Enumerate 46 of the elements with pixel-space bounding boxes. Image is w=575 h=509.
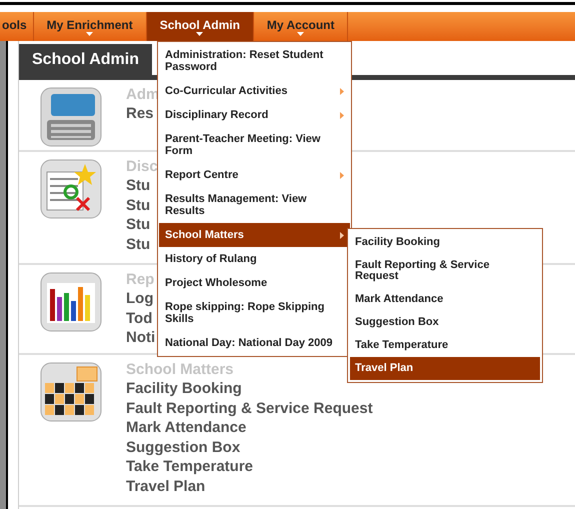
menu-item[interactable]: Co-Curricular Activities xyxy=(159,79,350,103)
section-link[interactable]: Stu xyxy=(126,234,150,254)
nav-label: My Account xyxy=(266,18,334,32)
caret-icon xyxy=(196,32,204,36)
section-link[interactable]: Facility Booking xyxy=(126,379,242,398)
submenu-item[interactable]: Suggestion Box xyxy=(350,311,540,334)
menu-item[interactable]: School Matters xyxy=(159,223,350,247)
menu-item[interactable]: Results Management: View Results xyxy=(159,187,350,223)
nav-label: School Admin xyxy=(160,18,240,32)
caret-icon xyxy=(297,32,304,36)
submenu-item[interactable]: Travel Plan xyxy=(350,357,540,380)
section-link[interactable]: Travel Plan xyxy=(126,476,206,496)
menu-item[interactable]: National Day: National Day 2009 xyxy=(159,331,350,355)
section-link[interactable]: Tod xyxy=(126,308,152,328)
menu-item[interactable]: Disciplinary Record xyxy=(159,103,350,127)
section-link[interactable]: Stu xyxy=(126,196,150,215)
menu-item[interactable]: Rope skipping: Rope Skipping Skills xyxy=(159,295,350,331)
section-link[interactable]: Noti xyxy=(126,328,156,348)
section-link[interactable]: Stu xyxy=(126,215,150,234)
section-link[interactable]: Res xyxy=(126,104,154,124)
submenu-item[interactable]: Mark Attendance xyxy=(350,288,540,311)
section-link[interactable]: Suggestion Box xyxy=(126,438,240,457)
section-link[interactable]: Fault Reporting & Service Request xyxy=(126,398,373,418)
section-link[interactable]: Mark Attendance xyxy=(126,418,246,438)
menu-item[interactable]: Parent-Teacher Meeting: View Form xyxy=(159,127,350,163)
nav-tab[interactable]: School Admin xyxy=(146,12,254,41)
nav-label: ools xyxy=(2,18,27,32)
menu-item[interactable]: Administration: Reset Student Password xyxy=(159,43,350,79)
calendar-icon xyxy=(39,361,103,423)
nav-label: My Enrichment xyxy=(46,18,133,32)
menu-item[interactable]: Project Wholesome xyxy=(159,271,350,295)
submenu-item[interactable]: Fault Reporting & Service Request xyxy=(350,254,540,288)
computer-icon xyxy=(39,86,103,148)
menu-item[interactable]: History of Rulang xyxy=(159,247,350,271)
section-link[interactable]: Stu xyxy=(126,176,150,196)
section-link[interactable]: Take Temperature xyxy=(126,457,253,476)
section-link[interactable]: Log xyxy=(126,289,154,308)
section-title: Disc xyxy=(126,157,158,176)
document-icon xyxy=(39,158,103,220)
menu-item[interactable]: Report Centre xyxy=(159,163,350,187)
section-title: Rep xyxy=(126,270,154,289)
submenu-item[interactable]: Take Temperature xyxy=(350,334,540,357)
bar-chart-icon xyxy=(39,271,103,333)
submenu-item[interactable]: Facility Booking xyxy=(350,231,540,254)
caret-icon xyxy=(86,32,94,36)
section-title: School Matters xyxy=(126,360,234,379)
